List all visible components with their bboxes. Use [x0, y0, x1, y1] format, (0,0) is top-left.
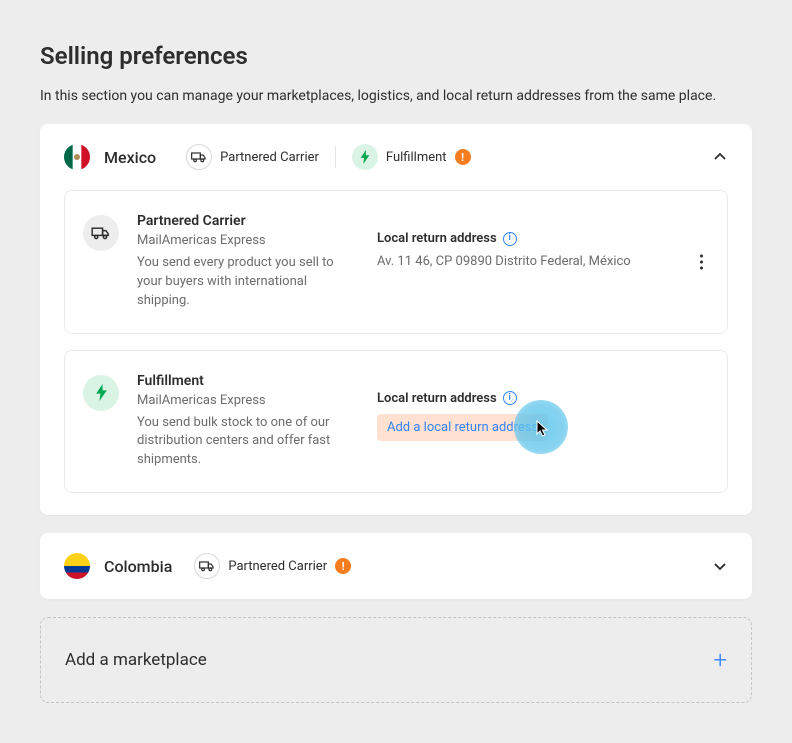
partnered-carrier-pill: Partnered Carrier [186, 144, 319, 170]
country-header-mexico[interactable]: Mexico Partnered Carrier Fulfillment ! [40, 124, 752, 190]
alert-icon: ! [455, 149, 471, 165]
return-address-value: Av. 11 46, CP 09890 Distrito Federal, Mé… [377, 254, 705, 269]
truck-icon [83, 215, 119, 251]
bolt-icon [83, 375, 119, 411]
info-icon[interactable]: i [503, 232, 517, 246]
page-title: Selling preferences [40, 42, 752, 70]
method-card-partnered: Partnered Carrier MailAmericas Express Y… [64, 190, 728, 334]
info-icon[interactable]: i [503, 391, 517, 405]
pill-label: Fulfillment [386, 150, 447, 165]
country-name: Mexico [104, 148, 156, 167]
method-card-fulfillment: Fulfillment MailAmericas Express You sen… [64, 350, 728, 494]
method-title: Fulfillment [137, 373, 361, 389]
method-title: Partnered Carrier [137, 213, 361, 229]
divider [335, 146, 336, 168]
method-provider: MailAmericas Express [137, 233, 361, 248]
flag-colombia-icon [64, 553, 90, 579]
method-description: You send every product you sell to your … [137, 254, 361, 311]
chevron-up-icon [712, 149, 728, 165]
more-options-button[interactable] [694, 248, 709, 275]
add-marketplace-label: Add a marketplace [65, 650, 207, 670]
chevron-down-icon [712, 558, 728, 574]
country-card-mexico: Mexico Partnered Carrier Fulfillment ! [40, 124, 752, 515]
return-address-label: Local return address [377, 391, 497, 406]
plus-icon: + [713, 648, 727, 672]
method-provider: MailAmericas Express [137, 393, 361, 408]
country-name: Colombia [104, 557, 172, 576]
add-marketplace-button[interactable]: Add a marketplace + [40, 617, 752, 703]
pill-label: Partnered Carrier [228, 559, 327, 574]
flag-mexico-icon [64, 144, 90, 170]
method-description: You send bulk stock to one of our distri… [137, 414, 361, 471]
truck-icon [186, 144, 212, 170]
method-pills: Partnered Carrier Fulfillment ! [186, 144, 470, 170]
truck-icon [194, 553, 220, 579]
alert-icon: ! [335, 558, 351, 574]
return-address-label: Local return address [377, 231, 497, 246]
country-body-mexico: Partnered Carrier MailAmericas Express Y… [40, 190, 752, 515]
partnered-carrier-pill: Partnered Carrier ! [194, 553, 351, 579]
pill-label: Partnered Carrier [220, 150, 319, 165]
method-pills: Partnered Carrier ! [194, 553, 351, 579]
bolt-icon [352, 144, 378, 170]
fulfillment-pill: Fulfillment ! [352, 144, 471, 170]
add-return-address-link[interactable]: Add a local return address [377, 414, 548, 441]
country-card-colombia: Colombia Partnered Carrier ! [40, 533, 752, 599]
country-header-colombia[interactable]: Colombia Partnered Carrier ! [40, 533, 752, 599]
page-subtitle: In this section you can manage your mark… [40, 88, 752, 104]
